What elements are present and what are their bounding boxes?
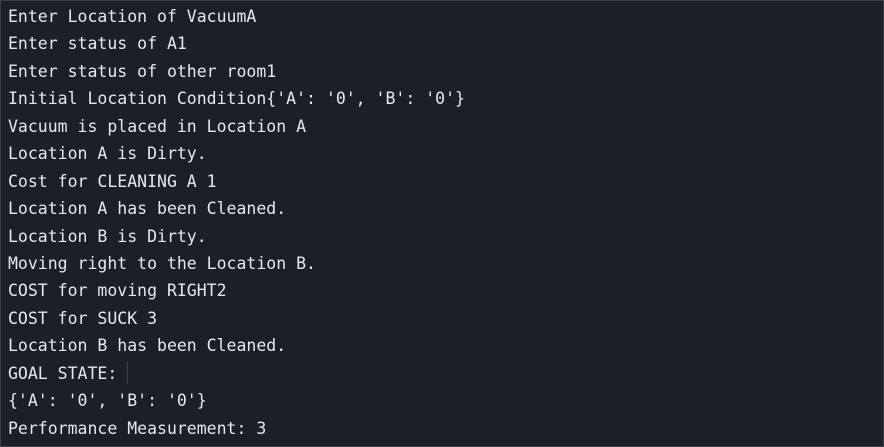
output-line-3-text: Enter status of other room1 <box>8 61 277 81</box>
output-line-5: Vacuum is placed in Location A <box>8 113 883 140</box>
output-line-9: Location B is Dirty. <box>8 223 883 250</box>
output-line-12: COST for SUCK 3 <box>8 305 883 332</box>
output-line-14-text: GOAL STATE: <box>8 363 118 383</box>
console-output: Enter Location of VacuumA Enter status o… <box>8 3 883 442</box>
output-line-10: Moving right to the Location B. <box>8 250 883 277</box>
output-line-7-text: Cost for CLEANING A 1 <box>8 171 217 191</box>
output-line-6: Location A is Dirty. <box>8 140 883 167</box>
output-line-13: Location B has been Cleaned. <box>8 332 883 359</box>
text-cursor <box>127 361 129 384</box>
output-line-2: Enter status of A1 <box>8 30 883 57</box>
output-line-15-text: {'A': '0', 'B': '0'} <box>8 391 207 411</box>
output-line-4: Initial Location Condition{'A': '0', 'B'… <box>8 85 883 112</box>
output-line-12-text: COST for SUCK 3 <box>8 308 158 328</box>
output-line-7: Cost for CLEANING A 1 <box>8 168 883 195</box>
output-line-9-text: Location B is Dirty. <box>8 226 207 246</box>
output-line-10-text: Moving right to the Location B. <box>8 253 316 273</box>
output-line-11-text: COST for moving RIGHT2 <box>8 281 227 301</box>
output-line-14: GOAL STATE: <box>8 360 883 387</box>
output-line-11: COST for moving RIGHT2 <box>8 277 883 304</box>
output-line-1-text: Enter Location of VacuumA <box>8 7 257 26</box>
output-line-13-text: Location B has been Cleaned. <box>8 336 287 356</box>
output-line-8: Location A has been Cleaned. <box>8 195 883 222</box>
output-line-3: Enter status of other room1 <box>8 58 883 85</box>
output-line-1: Enter Location of VacuumA <box>8 3 883 30</box>
output-line-5-text: Vacuum is placed in Location A <box>8 116 307 136</box>
output-line-16: Performance Measurement: 3 <box>8 415 883 442</box>
output-line-8-text: Location A has been Cleaned. <box>8 199 287 219</box>
output-line-16-text: Performance Measurement: 3 <box>8 418 267 438</box>
terminal-output-panel[interactable]: Enter Location of VacuumA Enter status o… <box>0 0 884 447</box>
output-line-4-text: Initial Location Condition{'A': '0', 'B'… <box>8 89 465 109</box>
output-line-2-text: Enter status of A1 <box>8 34 187 54</box>
output-line-6-text: Location A is Dirty. <box>8 144 207 164</box>
output-line-15: {'A': '0', 'B': '0'} <box>8 387 883 414</box>
